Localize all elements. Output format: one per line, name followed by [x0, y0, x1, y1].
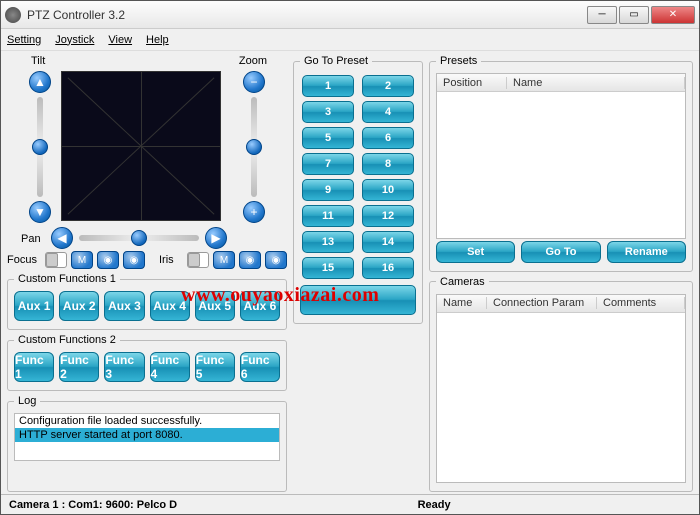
tilt-down-button[interactable]: ▼ [29, 201, 51, 223]
zoom-thumb[interactable] [246, 139, 262, 155]
preset-15-button[interactable]: 15 [302, 257, 354, 279]
presets-group: Presets Position Name Set Go To Rename [429, 55, 693, 272]
aux-button-5[interactable]: Aux 5 [195, 291, 235, 321]
cameras-listbox[interactable]: Name Connection Param Comments [436, 294, 686, 484]
preset-1-button[interactable]: 1 [302, 75, 354, 97]
preset-8-button[interactable]: 8 [362, 153, 414, 175]
tilt-up-button[interactable]: ▲ [29, 71, 51, 93]
window-title: PTZ Controller 3.2 [27, 8, 585, 22]
goto-preset-legend: Go To Preset [300, 55, 372, 67]
cameras-legend: Cameras [436, 276, 489, 288]
presets-col-position[interactable]: Position [437, 77, 507, 89]
preset-14-button[interactable]: 14 [362, 231, 414, 253]
tilt-slider[interactable] [37, 97, 43, 197]
iris-toggle[interactable] [187, 252, 209, 268]
aux-button-6[interactable]: Aux 6 [240, 291, 280, 321]
menu-help[interactable]: Help [146, 34, 169, 46]
statusbar: Camera 1 : Com1: 9600: Pelco D Ready [1, 494, 699, 514]
menubar: Setting Joystick View Help [1, 29, 699, 51]
log-group: Log Configuration file loaded successful… [7, 395, 287, 492]
func-button-3[interactable]: Func 3 [104, 352, 144, 382]
iris-auto-button[interactable]: M [213, 251, 235, 269]
zoom-in-button[interactable]: − [243, 71, 265, 93]
custom1-group: Custom Functions 1 Aux 1Aux 2Aux 3Aux 4A… [7, 273, 287, 330]
preset-12-button[interactable]: 12 [362, 205, 414, 227]
aux-button-1[interactable]: Aux 1 [14, 291, 54, 321]
focus-row: Focus M ◉ ◉ Iris M ◉ ◉ [7, 251, 287, 269]
preset-10-button[interactable]: 10 [362, 179, 414, 201]
func-button-2[interactable]: Func 2 [59, 352, 99, 382]
log-line: Configuration file loaded successfully. [15, 414, 279, 428]
preset-11-button[interactable]: 11 [302, 205, 354, 227]
focus-near-button[interactable]: ◉ [97, 251, 119, 269]
preset-3-button[interactable]: 3 [302, 101, 354, 123]
titlebar: PTZ Controller 3.2 ─ ▭ ✕ [1, 1, 699, 29]
app-icon [5, 7, 21, 23]
log-line-selected: HTTP server started at port 8080. [15, 428, 279, 442]
maximize-button[interactable]: ▭ [619, 6, 649, 24]
pan-slider[interactable] [79, 235, 199, 241]
minimize-button[interactable]: ─ [587, 6, 617, 24]
zoom-slider[interactable] [251, 97, 257, 197]
func-button-6[interactable]: Func 6 [240, 352, 280, 382]
preset-2-button[interactable]: 2 [362, 75, 414, 97]
custom1-legend: Custom Functions 1 [14, 273, 120, 285]
tilt-thumb[interactable] [32, 139, 48, 155]
pan-label: Pan [21, 233, 41, 245]
preset-16-button[interactable]: 16 [362, 257, 414, 279]
log-legend: Log [14, 395, 40, 407]
ptz-panel: Tilt Zoom Pan ▲ ▼ − + ◀ [7, 55, 287, 245]
preset-13-button[interactable]: 13 [302, 231, 354, 253]
cameras-col-comm[interactable]: Comments [597, 297, 685, 309]
pan-thumb[interactable] [131, 230, 147, 246]
custom2-legend: Custom Functions 2 [14, 334, 120, 346]
zoom-out-button[interactable]: + [243, 201, 265, 223]
cameras-group: Cameras Name Connection Param Comments [429, 276, 693, 493]
status-ready: Ready [418, 499, 451, 511]
preset-9-button[interactable]: 9 [302, 179, 354, 201]
focus-far-button[interactable]: ◉ [123, 251, 145, 269]
aux-button-2[interactable]: Aux 2 [59, 291, 99, 321]
presets-legend: Presets [436, 55, 481, 67]
joystick-pad[interactable] [61, 71, 221, 221]
presets-col-name[interactable]: Name [507, 77, 685, 89]
iris-label: Iris [159, 254, 183, 266]
zoom-label: Zoom [239, 55, 267, 67]
preset-4-button[interactable]: 4 [362, 101, 414, 123]
goto-preset-group: Go To Preset 12345678910111213141516 [293, 55, 423, 324]
preset-6-button[interactable]: 6 [362, 127, 414, 149]
preset-7-button[interactable]: 7 [302, 153, 354, 175]
preset-goto-button[interactable]: Go To [521, 241, 600, 263]
close-button[interactable]: ✕ [651, 6, 695, 24]
iris-close-button[interactable]: ◉ [265, 251, 287, 269]
log-listbox[interactable]: Configuration file loaded successfully. … [14, 413, 280, 461]
focus-label: Focus [7, 254, 41, 266]
app-window: PTZ Controller 3.2 ─ ▭ ✕ Setting Joystic… [0, 0, 700, 515]
custom2-group: Custom Functions 2 Func 1Func 2Func 3Fun… [7, 334, 287, 391]
aux-button-4[interactable]: Aux 4 [150, 291, 190, 321]
pan-left-button[interactable]: ◀ [51, 227, 73, 249]
status-camera: Camera 1 : Com1: 9600: Pelco D [9, 499, 177, 511]
func-button-5[interactable]: Func 5 [195, 352, 235, 382]
preset-rename-button[interactable]: Rename [607, 241, 686, 263]
presets-listbox[interactable]: Position Name [436, 73, 686, 239]
pan-right-button[interactable]: ▶ [205, 227, 227, 249]
menu-setting[interactable]: Setting [7, 34, 41, 46]
preset-5-button[interactable]: 5 [302, 127, 354, 149]
preset-set-button[interactable]: Set [436, 241, 515, 263]
func-button-4[interactable]: Func 4 [150, 352, 190, 382]
menu-view[interactable]: View [108, 34, 132, 46]
menu-joystick[interactable]: Joystick [55, 34, 94, 46]
iris-open-button[interactable]: ◉ [239, 251, 261, 269]
func-button-1[interactable]: Func 1 [14, 352, 54, 382]
tilt-label: Tilt [31, 55, 45, 67]
focus-toggle[interactable] [45, 252, 67, 268]
preset-big-button[interactable] [300, 285, 416, 315]
aux-button-3[interactable]: Aux 3 [104, 291, 144, 321]
focus-auto-button[interactable]: M [71, 251, 93, 269]
cameras-col-conn[interactable]: Connection Param [487, 297, 597, 309]
cameras-col-name[interactable]: Name [437, 297, 487, 309]
